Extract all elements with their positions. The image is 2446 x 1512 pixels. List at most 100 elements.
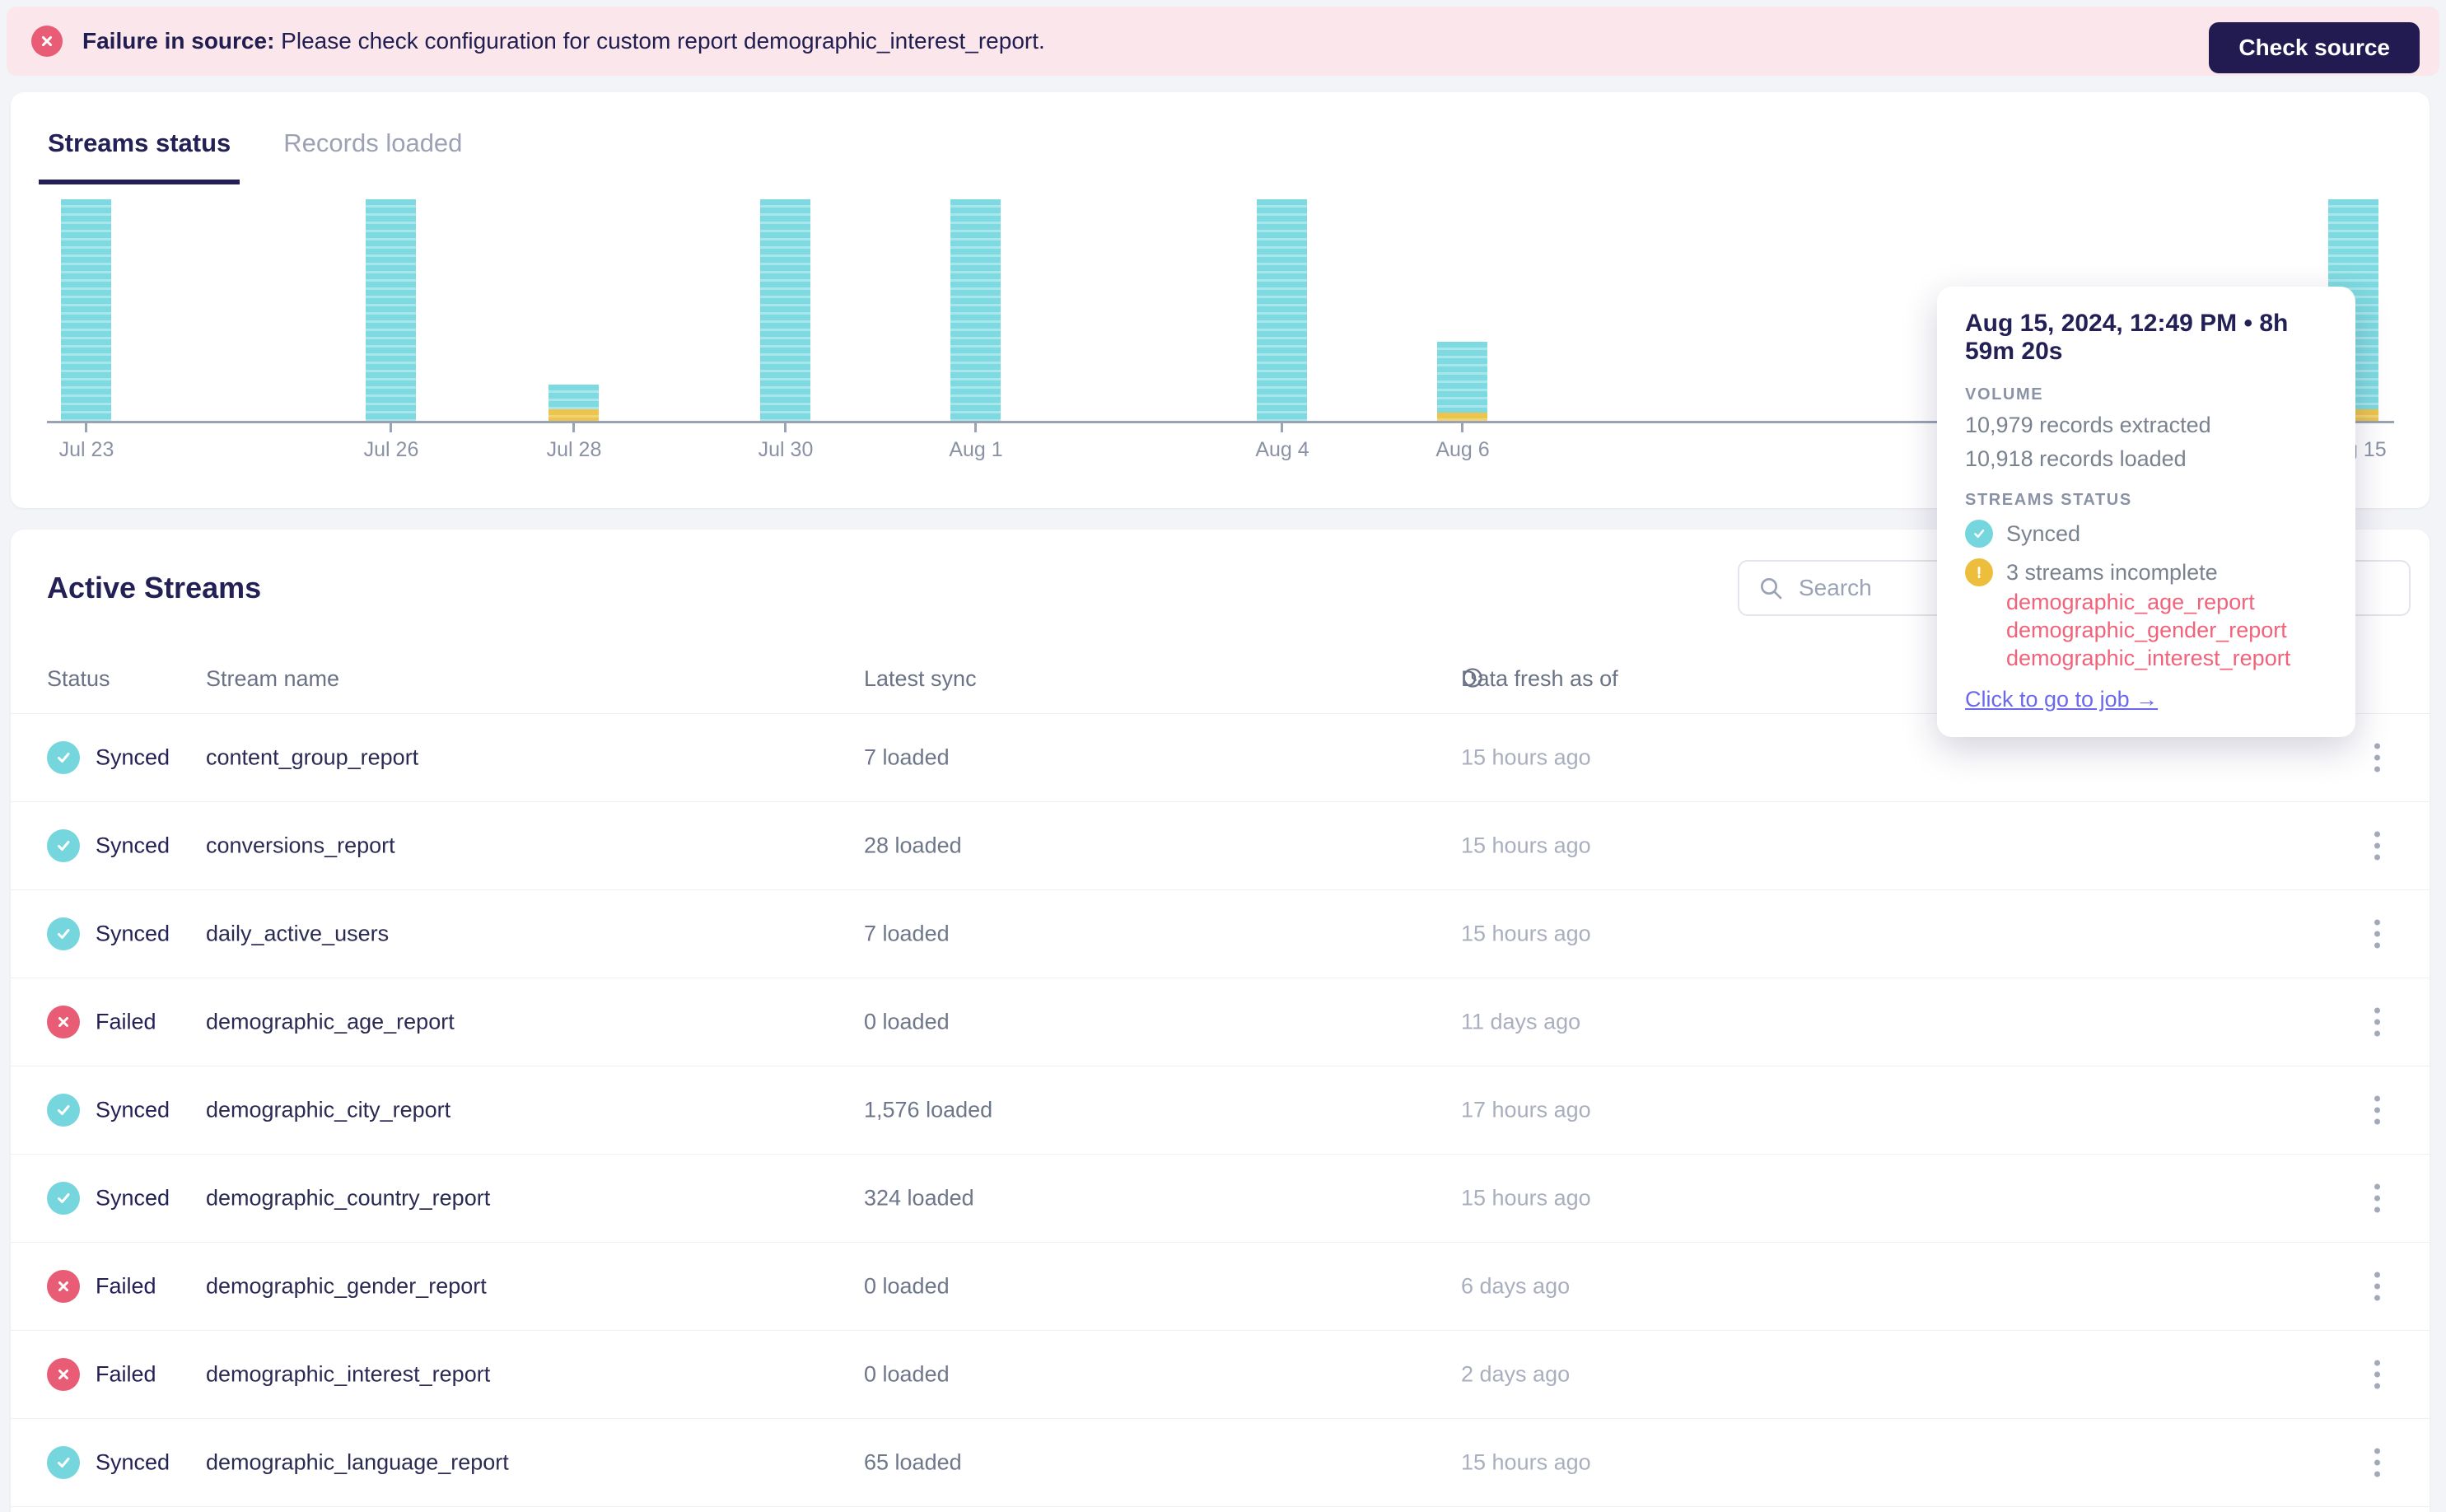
col-header-data-fresh: Data fresh as of <box>1461 666 1618 691</box>
check-source-button[interactable]: Check source <box>2209 22 2420 73</box>
tooltip-incomplete-row: 3 streams incomplete <box>1965 558 2327 586</box>
status-failed-icon <box>47 1006 80 1038</box>
col-header-status: Status <box>47 666 110 691</box>
incomplete-stream-link[interactable]: demographic_interest_report <box>2006 644 2327 672</box>
x-axis-label: Aug 4 <box>1255 438 1309 461</box>
bar-incomplete-segment <box>1437 413 1487 421</box>
stream-name: conversions_report <box>206 833 395 858</box>
sync-bar-aug1[interactable] <box>950 199 1001 421</box>
status-label: Synced <box>96 1097 170 1122</box>
table-row: Synced demographic_city_report 1,576 loade… <box>11 1066 2430 1155</box>
sync-bar-jul26[interactable] <box>366 199 416 421</box>
row-menu-button[interactable] <box>2368 1001 2387 1043</box>
warning-icon <box>1965 558 1993 586</box>
data-fresh-value: 2 days ago <box>1461 1361 1571 1387</box>
x-axis-tick <box>1461 423 1463 432</box>
status-synced-icon <box>47 1182 80 1215</box>
data-fresh-value: 15 hours ago <box>1461 1185 1591 1211</box>
tooltip-records-loaded: 10,918 records loaded <box>1965 446 2187 471</box>
row-menu-button[interactable] <box>2368 1178 2387 1220</box>
tooltip-synced-row: Synced <box>1965 520 2327 548</box>
row-menu-button[interactable] <box>2368 913 2387 955</box>
latest-sync-value: 0 loaded <box>864 1361 950 1387</box>
error-icon <box>31 26 63 57</box>
synced-check-icon <box>1965 520 1993 548</box>
status-label: Failed <box>96 1009 156 1034</box>
sync-bar-aug4[interactable] <box>1257 199 1307 421</box>
stream-name: demographic_city_report <box>206 1097 451 1122</box>
row-menu-button[interactable] <box>2368 1090 2387 1132</box>
latest-sync-value: 0 loaded <box>864 1273 950 1299</box>
col-header-stream-name: Stream name <box>206 666 340 691</box>
x-axis-tick <box>390 423 392 432</box>
latest-sync-value: 28 loaded <box>864 833 962 858</box>
active-streams-title: Active Streams <box>47 571 262 604</box>
error-banner: Failure in source: Please check configur… <box>7 7 2439 76</box>
row-menu-button[interactable] <box>2368 737 2387 779</box>
row-menu-button[interactable] <box>2368 1354 2387 1396</box>
x-axis-tick <box>974 423 977 432</box>
x-axis-label: Aug 6 <box>1435 438 1490 461</box>
tooltip-title: Aug 15, 2024, 12:49 PM • 8h 59m 20s <box>1965 310 2289 365</box>
incomplete-stream-links: demographic_age_report demographic_gender… <box>2006 588 2327 672</box>
x-axis-tick <box>572 423 575 432</box>
data-fresh-value: 15 hours ago <box>1461 744 1591 770</box>
bar-synced-segment <box>61 199 111 421</box>
status-label: Synced <box>96 833 170 858</box>
data-fresh-value: 15 hours ago <box>1461 1449 1591 1475</box>
table-row: Synced conversions_report 28 loaded 15 hour… <box>11 802 2430 890</box>
incomplete-stream-link[interactable]: demographic_gender_report <box>2006 616 2327 644</box>
data-fresh-value: 6 days ago <box>1461 1273 1571 1299</box>
status-synced-icon <box>47 1446 80 1479</box>
latest-sync-value: 7 loaded <box>864 921 950 946</box>
table-row: Failed demographic_gender_report 0 loaded 6… <box>11 1243 2430 1331</box>
page: Failure in source: Please check configur… <box>0 0 2446 1512</box>
status-synced-icon <box>47 741 80 774</box>
status-label: Synced <box>96 1185 170 1211</box>
sync-bar-jul30[interactable] <box>760 199 810 421</box>
status-label: Synced <box>96 744 170 770</box>
stream-name: demographic_language_report <box>206 1449 509 1475</box>
search-icon <box>1761 578 1782 600</box>
x-axis-label: Aug 1 <box>949 438 1003 461</box>
x-axis-label: Jul 23 <box>58 438 114 461</box>
sync-bar-aug6[interactable] <box>1437 342 1487 421</box>
latest-sync-value: 65 loaded <box>864 1449 962 1475</box>
table-row: Synced daily_active_users 7 loaded 15 hours… <box>11 890 2430 978</box>
status-failed-icon <box>47 1358 80 1391</box>
bar-synced-segment <box>548 385 599 409</box>
status-synced-icon <box>47 917 80 950</box>
stream-name: demographic_age_report <box>206 1009 455 1034</box>
streams-table-body: Synced content_group_report 7 loaded 15 hou… <box>11 714 2430 1507</box>
status-label: Synced <box>96 921 170 946</box>
table-row: Failed demographic_interest_report 0 loade… <box>11 1331 2430 1419</box>
table-row: Synced demographic_language_report 65 load… <box>11 1419 2430 1507</box>
status-label: Failed <box>96 1273 156 1299</box>
x-axis-tick <box>1281 423 1283 432</box>
bar-synced-segment <box>1437 342 1487 413</box>
status-synced-icon <box>47 829 80 862</box>
bar-synced-segment <box>760 199 810 421</box>
bar-incomplete-segment <box>548 409 599 421</box>
data-fresh-value: 11 days ago <box>1461 1009 1581 1034</box>
incomplete-stream-link[interactable]: demographic_age_report <box>2006 588 2327 616</box>
stream-name: demographic_interest_report <box>206 1361 491 1387</box>
bar-synced-segment <box>366 199 416 421</box>
row-menu-button[interactable] <box>2368 1442 2387 1484</box>
tooltip-streams-status-label: STREAMS STATUS <box>1965 491 2132 509</box>
go-to-job-link[interactable]: Click to go to job → <box>1965 687 2327 712</box>
data-fresh-value: 15 hours ago <box>1461 833 1591 858</box>
sync-bar-jul23[interactable] <box>61 199 111 421</box>
stream-name: content_group_report <box>206 744 419 770</box>
row-menu-button[interactable] <box>2368 1266 2387 1308</box>
x-axis-tick <box>85 423 87 432</box>
stream-name: daily_active_users <box>206 921 390 946</box>
tooltip-records-extracted: 10,979 records extracted <box>1965 413 2211 437</box>
row-menu-button[interactable] <box>2368 825 2387 867</box>
sync-bar-jul28[interactable] <box>548 385 599 421</box>
latest-sync-value: 324 loaded <box>864 1185 974 1211</box>
bar-synced-segment <box>950 199 1001 421</box>
status-label: Failed <box>96 1361 156 1387</box>
tooltip-volume-label: VOLUME <box>1965 385 2044 404</box>
col-header-latest-sync: Latest sync <box>864 666 977 691</box>
